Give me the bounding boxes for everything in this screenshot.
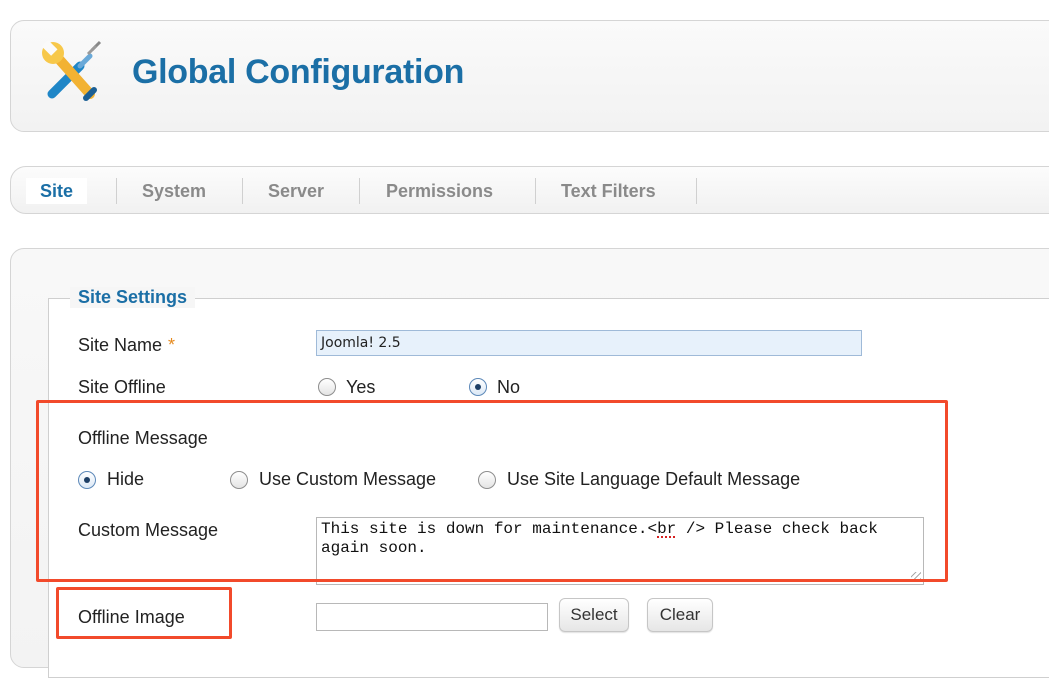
tab-system[interactable]: System	[142, 178, 206, 204]
tab-site[interactable]: Site	[26, 178, 88, 204]
clear-button[interactable]: Clear	[647, 598, 713, 632]
tab-divider	[535, 178, 536, 204]
required-marker: *	[168, 335, 176, 355]
tab-text-filters[interactable]: Text Filters	[561, 178, 656, 204]
highlight-box-offline-message	[36, 400, 948, 582]
site-offline-yes-radio[interactable]	[318, 378, 336, 396]
site-offline-no-label: No	[497, 377, 521, 397]
site-offline-no-radio[interactable]	[469, 378, 487, 396]
site-settings-legend: Site Settings	[70, 287, 196, 308]
site-name-label: Site Name *	[78, 335, 176, 355]
tab-divider	[696, 178, 697, 204]
offline-image-label: Offline Image	[78, 607, 185, 627]
page-title: Global Configuration	[132, 53, 465, 91]
tools-icon	[41, 40, 102, 101]
site-name-input[interactable]: Joomla! 2.5	[316, 330, 862, 356]
tab-divider	[242, 178, 243, 204]
site-offline-label: Site Offline	[78, 377, 166, 397]
offline-image-input[interactable]	[316, 603, 548, 631]
tab-server[interactable]: Server	[268, 178, 324, 204]
select-button[interactable]: Select	[559, 598, 629, 632]
tab-permissions[interactable]: Permissions	[386, 178, 493, 204]
site-offline-yes-label: Yes	[346, 377, 376, 397]
tab-divider	[359, 178, 360, 204]
tab-divider	[116, 178, 117, 204]
